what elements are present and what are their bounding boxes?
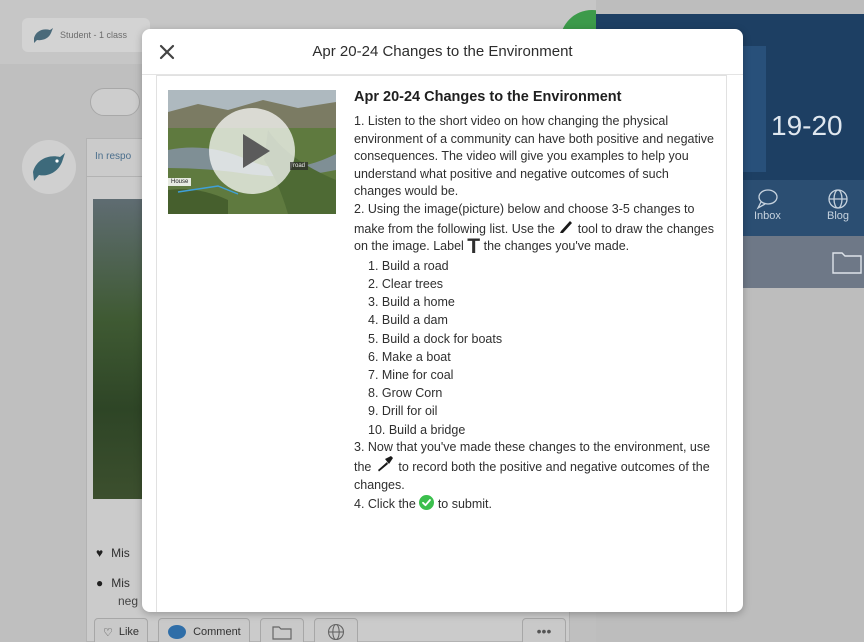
dolphin-icon [33, 153, 65, 181]
instruction-step-3: 3. Now that you've made these changes to… [354, 439, 711, 492]
nav-inbox[interactable]: Inbox [754, 188, 781, 222]
list-item: 5. Build a dock for boats [368, 331, 503, 346]
activity-instructions: Apr 20-24 Changes to the Environment 1. … [354, 88, 718, 513]
instruction-step-4: 4. Click the to submit. [354, 494, 492, 511]
play-icon [243, 134, 270, 168]
avatar [22, 140, 76, 194]
nav-blog[interactable]: Blog [826, 188, 850, 222]
folder-button[interactable] [259, 618, 304, 642]
modal-body: House road Apr 20-24 Changes to the Envi… [156, 75, 727, 612]
list-item: 9. Drill for oil [368, 404, 438, 419]
modal-header: Apr 20-24 Changes to the Environment [142, 29, 743, 75]
student-class-selector[interactable]: Student - 1 class [22, 18, 150, 52]
list-item: 2. Clear trees [368, 276, 444, 291]
pencil-icon [560, 220, 573, 233]
student-class-label: Student - 1 class [60, 30, 128, 40]
list-item: 6. Make a boat [368, 349, 451, 364]
heart-icon: ♥ [96, 546, 104, 560]
like-button-top[interactable] [90, 88, 140, 116]
inbox-icon [756, 189, 779, 210]
list-item: 3. Build a home [368, 295, 455, 310]
instruction-step-1: 1. Listen to the short video on how chan… [354, 114, 714, 199]
text-tool-icon: T [467, 235, 481, 259]
change-options-list: 1. Build a road 2. Clear trees 3. Build … [368, 257, 718, 439]
list-item: 1. Build a road [368, 258, 449, 273]
list-item: 8. Grow Corn [368, 386, 443, 401]
instruction-step-2: 2. Using the image(picture) below and ch… [354, 201, 714, 259]
like-button[interactable]: ♡ Like [94, 618, 149, 642]
thumbnail-label-road: road [290, 162, 309, 170]
post-actions: ♡ Like Comment [94, 618, 358, 642]
heart-outline-icon: ♡ [103, 626, 113, 639]
comment-button[interactable]: Comment [158, 618, 250, 642]
folder-icon [272, 626, 292, 640]
comment-icon [168, 625, 187, 639]
activity-heading: Apr 20-24 Changes to the Environment [354, 89, 622, 105]
close-icon[interactable] [156, 41, 178, 63]
thumbnail-label-house: House [168, 178, 192, 186]
globe-icon [327, 623, 344, 641]
more-options-button[interactable]: ••• [522, 618, 566, 642]
meta-line-likes: ♥ Mis [96, 546, 130, 560]
globe-button[interactable] [313, 618, 358, 642]
meta-line-comments: ● Mis [96, 576, 130, 590]
dolphin-icon [34, 28, 53, 43]
microphone-icon [377, 456, 393, 472]
folder-icon[interactable] [832, 250, 862, 274]
modal-title: Apr 20-24 Changes to the Environment [312, 43, 573, 60]
check-circle-icon [419, 494, 435, 510]
activity-modal: Apr 20-24 Changes to the Environment Hou… [142, 29, 743, 612]
list-item: 10. Build a bridge [368, 422, 466, 437]
list-item: 7. Mine for coal [368, 367, 454, 382]
school-year-label: 19-20 [771, 110, 843, 141]
comment-icon: ● [96, 576, 104, 590]
globe-icon [828, 189, 848, 209]
list-item: 4. Build a dam [368, 313, 448, 328]
meta-line-comments-cont: neg [118, 594, 139, 608]
video-thumbnail[interactable]: House road [168, 90, 336, 214]
